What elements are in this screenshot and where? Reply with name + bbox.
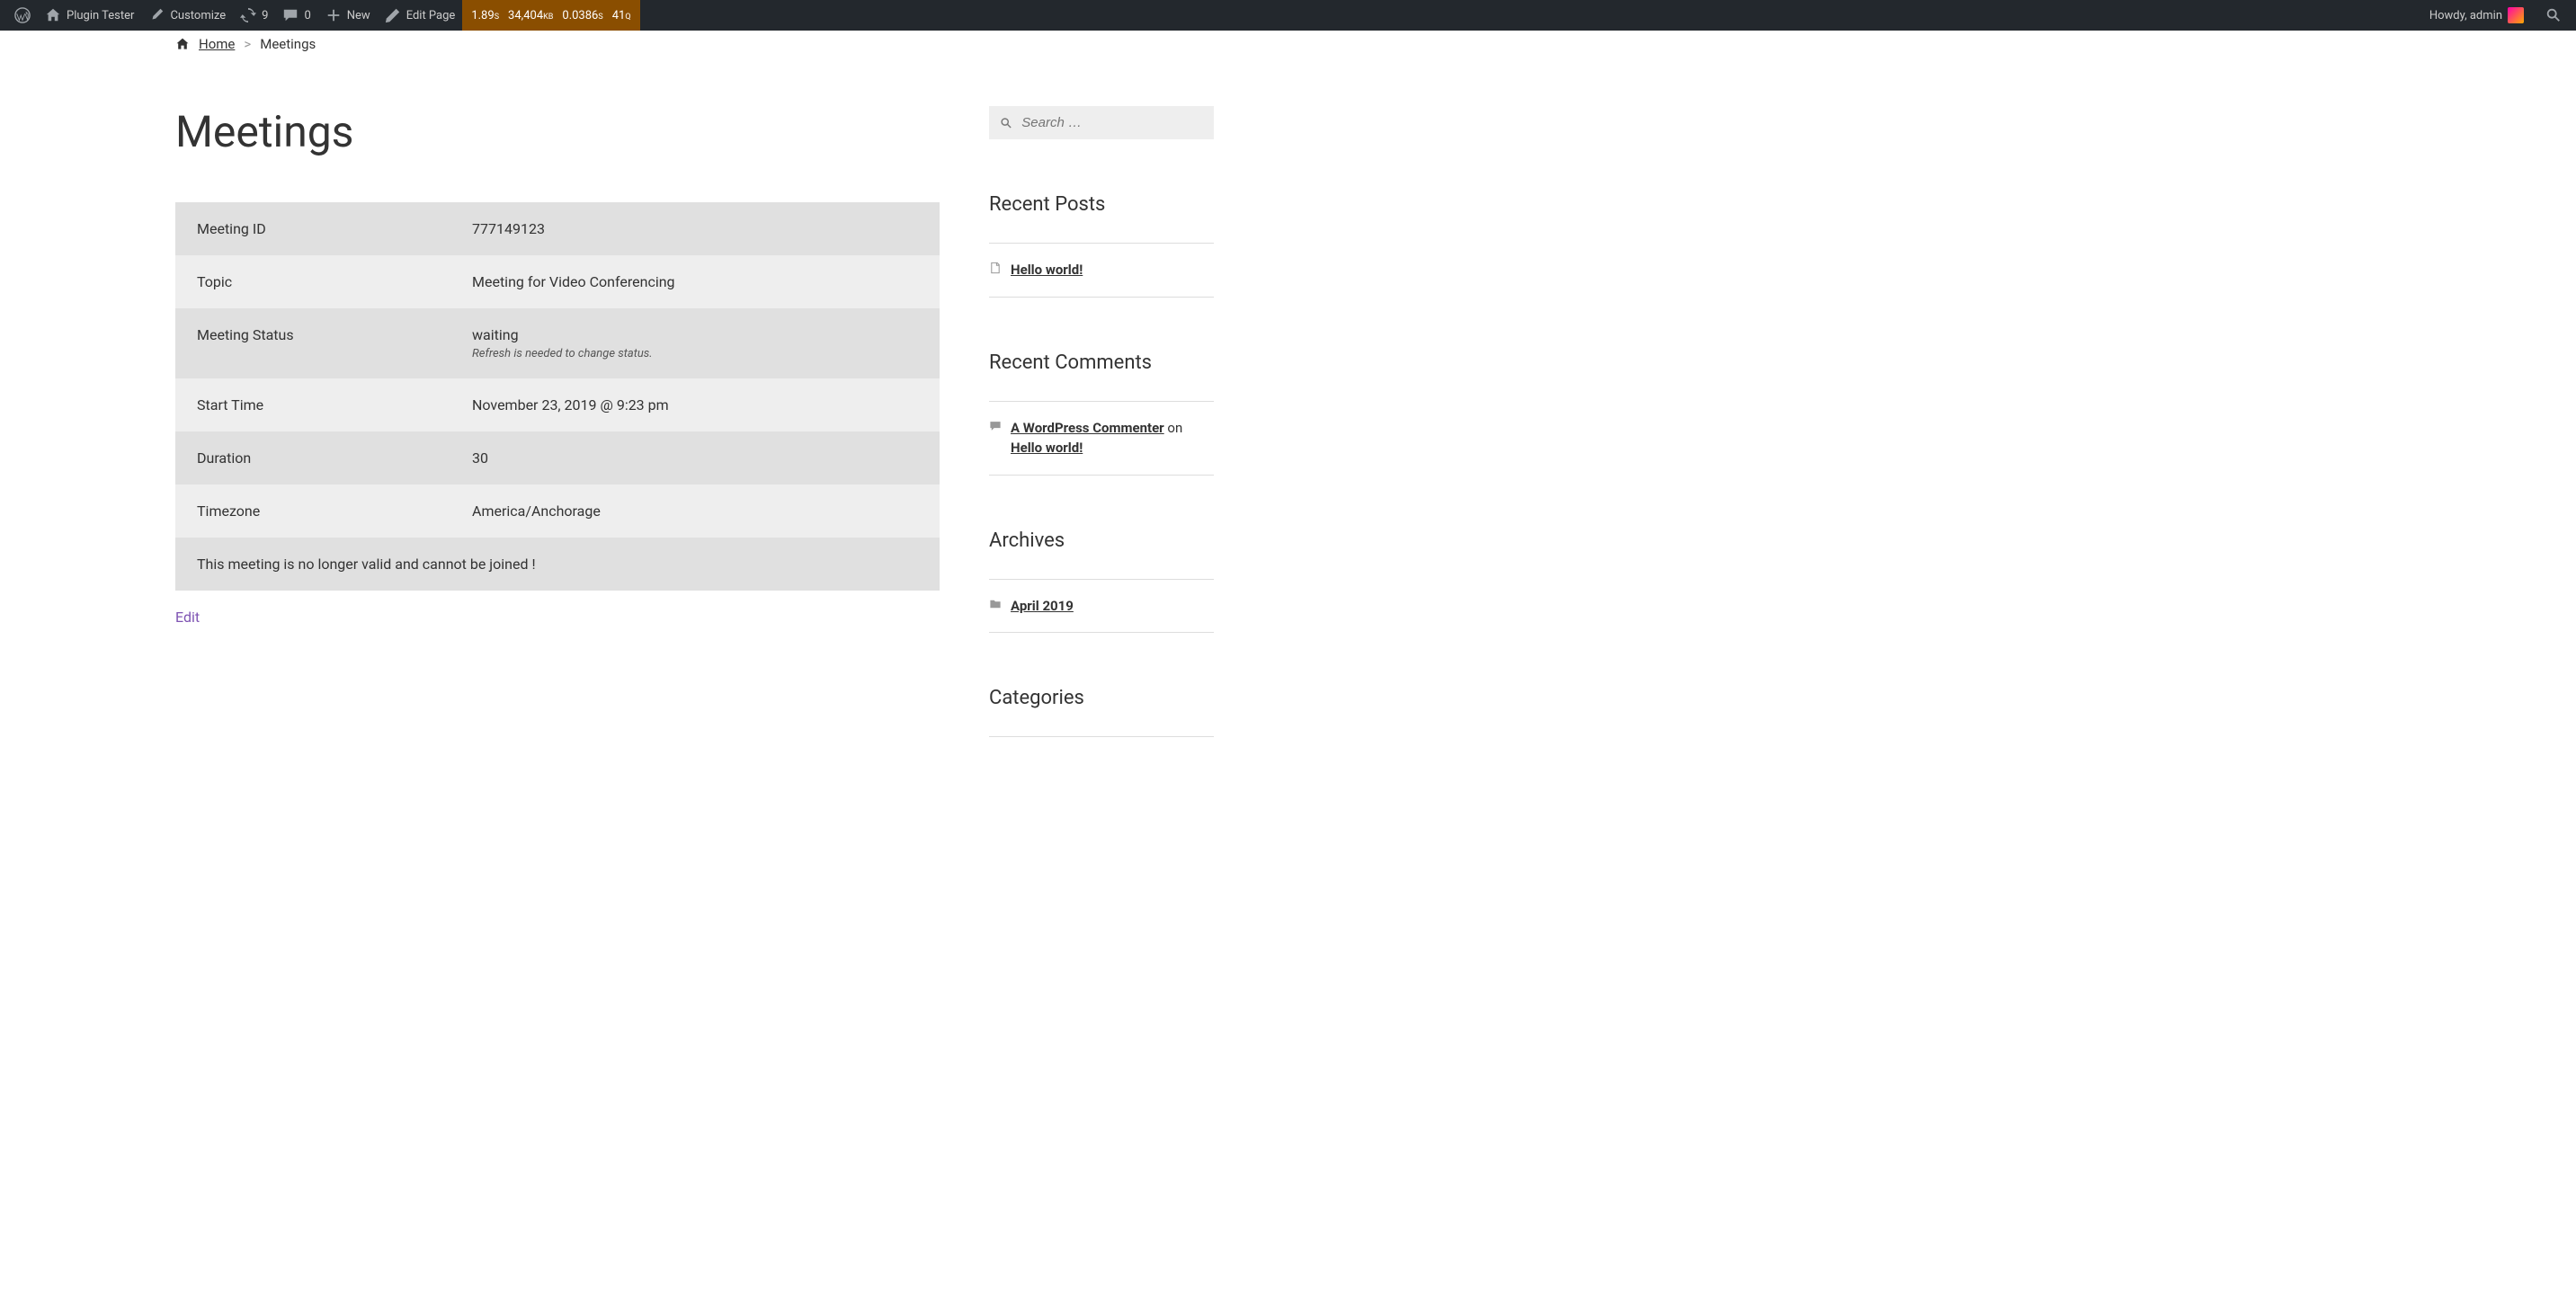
comments-link[interactable]: 0 [275,0,317,31]
status-text: waiting [472,326,519,343]
meeting-details-table: Meeting ID 777149123 Topic Meeting for V… [175,202,940,591]
list-item: Hello world! [989,244,1214,298]
comment-author-link[interactable]: A WordPress Commenter [1011,420,1164,436]
row-start-time: Start Time November 23, 2019 @ 9:23 pm [175,378,940,431]
howdy-label: Howdy, admin [2429,9,2502,22]
categories-list [989,736,1214,737]
status-note: Refresh is needed to change status. [472,347,918,360]
recent-comments-list: A WordPress Commenter on Hello world! [989,401,1214,476]
site-name-label: Plugin Tester [67,9,134,22]
home-icon [175,37,190,51]
label-start-time: Start Time [175,378,450,431]
list-item: April 2019 [989,580,1214,634]
perf-queries: 41Q [612,9,631,22]
perf-time: 1.89S [471,9,499,22]
recent-comments-title: Recent Comments [989,351,1214,374]
customize-link[interactable]: Customize [141,0,233,31]
row-meeting-id: Meeting ID 777149123 [175,202,940,255]
updates-count: 9 [262,9,268,22]
search-input[interactable] [1021,115,1203,130]
value-meeting-id: 777149123 [450,202,940,255]
row-duration: Duration 30 [175,431,940,485]
archives-list: April 2019 [989,579,1214,634]
label-status: Meeting Status [175,308,450,378]
new-label: New [347,9,370,22]
folder-icon [989,598,1002,610]
avatar [2508,7,2524,23]
row-topic: Topic Meeting for Video Conferencing [175,255,940,308]
wp-logo-menu[interactable] [7,0,38,31]
admin-bar: Plugin Tester Customize 9 0 New Edit Pag… [0,0,2576,31]
value-topic: Meeting for Video Conferencing [450,255,940,308]
search-widget [989,106,1214,139]
comment-icon [989,420,1002,432]
comments-count: 0 [304,9,310,22]
home-icon [45,7,61,23]
recent-posts-title: Recent Posts [989,193,1214,216]
on-text: on [1164,420,1183,436]
main-content: Meetings Meeting ID 777149123 Topic Meet… [175,106,940,737]
sidebar: Recent Posts Hello world! Recent Comment… [989,106,1214,737]
value-duration: 30 [450,431,940,485]
list-item: A WordPress Commenter on Hello world! [989,402,1214,476]
row-timezone: Timezone America/Anchorage [175,485,940,538]
document-icon [989,262,1002,274]
search-icon [2545,7,2562,23]
label-meeting-id: Meeting ID [175,202,450,255]
value-status: waiting Refresh is needed to change stat… [450,308,940,378]
customize-label: Customize [170,9,226,22]
value-start-time: November 23, 2019 @ 9:23 pm [450,378,940,431]
row-invalid-notice: This meeting is no longer valid and cann… [175,538,940,591]
breadcrumb-current: Meetings [260,36,316,52]
post-link[interactable]: Hello world! [1011,262,1083,278]
comment-icon [282,7,299,23]
performance-stats[interactable]: 1.89S 34,404KB 0.0386S 41Q [462,0,639,31]
value-timezone: America/Anchorage [450,485,940,538]
categories-title: Categories [989,687,1214,709]
pencil-icon [385,7,401,23]
label-timezone: Timezone [175,485,450,538]
site-name-link[interactable]: Plugin Tester [38,0,141,31]
breadcrumb-separator: > [244,36,251,52]
label-topic: Topic [175,255,450,308]
refresh-icon [240,7,256,23]
brush-icon [148,7,165,23]
archives-title: Archives [989,529,1214,552]
search-icon [1000,116,1012,130]
edit-page-link[interactable]: Edit Page [378,0,463,31]
new-link[interactable]: New [318,0,378,31]
label-duration: Duration [175,431,450,485]
adminbar-search[interactable] [2538,0,2569,31]
breadcrumb-home-link[interactable]: Home [199,36,235,52]
perf-mem: 34,404KB [508,9,553,22]
wordpress-icon [14,7,31,23]
page-title: Meetings [175,106,940,157]
account-menu[interactable]: Howdy, admin [2422,0,2531,31]
archive-link[interactable]: April 2019 [1011,598,1074,614]
admin-bar-left: Plugin Tester Customize 9 0 New Edit Pag… [7,0,640,31]
comment-post-link[interactable]: Hello world! [1011,440,1083,456]
edit-link[interactable]: Edit [175,609,200,626]
recent-posts-list: Hello world! [989,243,1214,298]
updates-link[interactable]: 9 [233,0,275,31]
row-status: Meeting Status waiting Refresh is needed… [175,308,940,378]
plus-icon [325,7,342,23]
edit-page-label: Edit Page [406,9,456,22]
perf-db-time: 0.0386S [562,9,602,22]
breadcrumb: Home > Meetings [0,31,2576,52]
admin-bar-right: Howdy, admin [2422,0,2569,31]
invalid-notice: This meeting is no longer valid and cann… [175,538,940,591]
